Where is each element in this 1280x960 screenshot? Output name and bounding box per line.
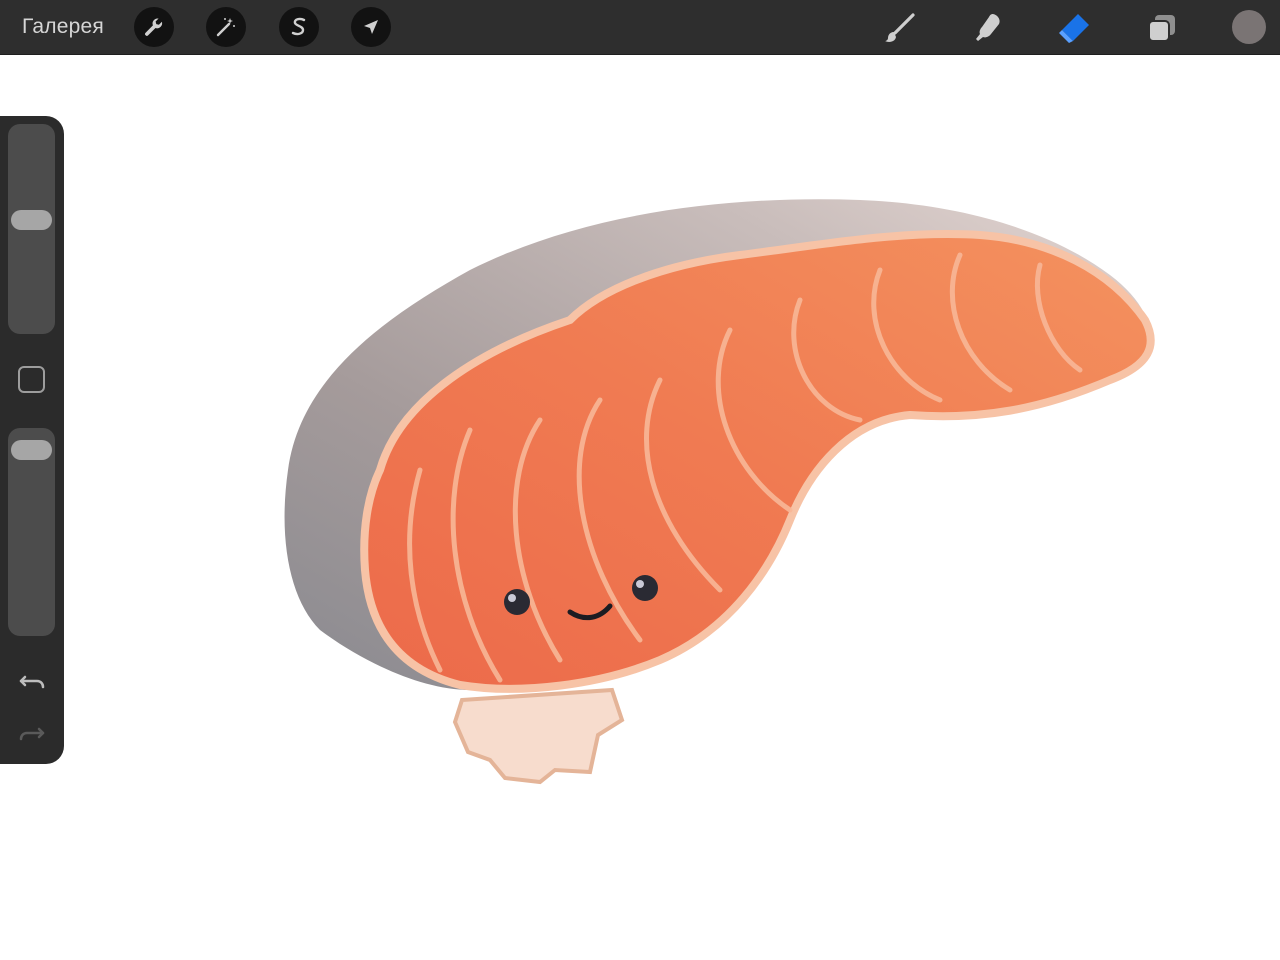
brush-tool-button[interactable] (880, 8, 920, 48)
color-picker-button[interactable] (1232, 10, 1266, 44)
brush-icon (885, 13, 915, 42)
rice-shape (452, 687, 625, 785)
arrow-cursor-icon (364, 20, 378, 34)
layers-button[interactable] (1142, 8, 1182, 48)
undo-icon (19, 675, 45, 689)
brush-size-thumb[interactable] (11, 209, 52, 230)
right-eye (632, 575, 658, 601)
adjustments-button[interactable] (206, 7, 246, 47)
smudge-finger-icon (976, 14, 1000, 41)
top-toolbar: Галерея (0, 0, 1280, 55)
redo-button[interactable] (16, 716, 48, 748)
opacity-slider[interactable] (8, 428, 55, 636)
opacity-thumb[interactable] (11, 440, 52, 461)
magic-wand-icon (216, 18, 235, 37)
selection-s-icon (291, 17, 306, 36)
transform-button[interactable] (351, 7, 391, 47)
eraser-icon (1059, 14, 1089, 43)
left-sidebar (0, 116, 64, 764)
left-eye (504, 589, 530, 615)
actions-button[interactable] (134, 7, 174, 47)
square-icon[interactable] (18, 366, 45, 393)
brush-size-slider[interactable] (8, 124, 55, 334)
redo-icon (19, 727, 45, 741)
gallery-button[interactable]: Галерея (22, 14, 104, 40)
undo-button[interactable] (16, 664, 48, 696)
selection-button[interactable] (279, 7, 319, 47)
salmon-sushi-artwork (284, 199, 1155, 785)
eraser-tool-button[interactable] (1054, 8, 1094, 48)
layers-icon (1148, 15, 1175, 42)
smudge-tool-button[interactable] (967, 8, 1007, 48)
drawing-canvas[interactable] (0, 55, 1280, 960)
wrench-icon (145, 18, 163, 36)
